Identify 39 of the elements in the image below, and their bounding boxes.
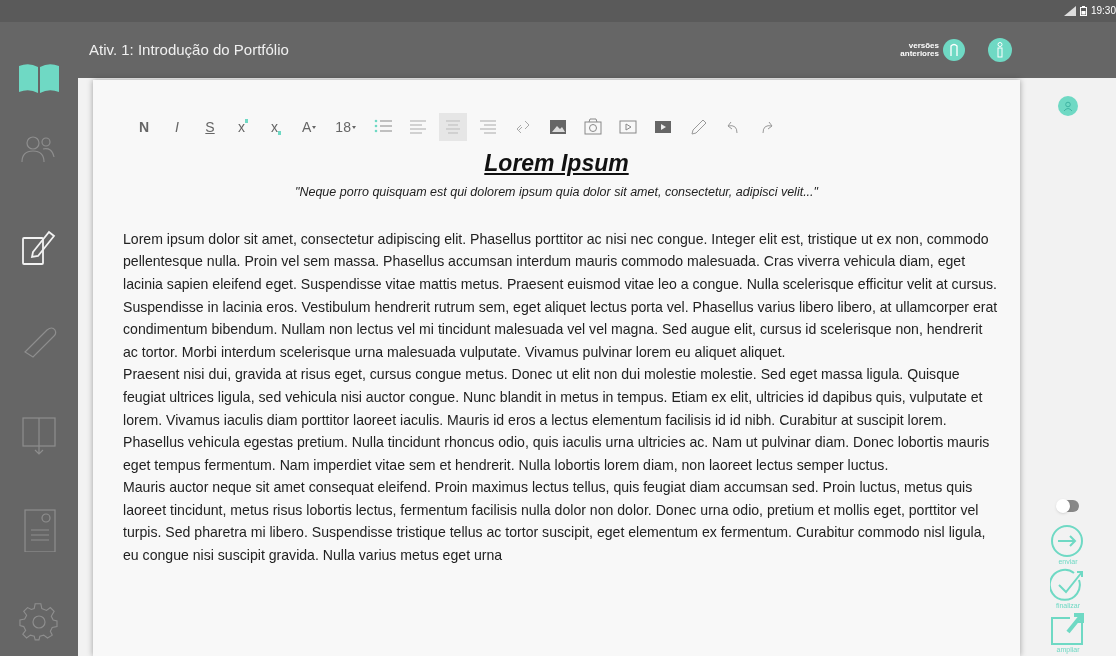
expand-icon [1050,612,1086,646]
info-button[interactable] [988,38,1012,62]
font-size-button[interactable]: 18 [329,116,362,138]
font-button[interactable]: A [296,116,323,138]
subscript-button[interactable]: x [263,116,289,138]
pencil-icon [688,118,707,136]
toggle-switch[interactable] [1057,500,1079,512]
camera-icon [583,118,602,136]
redo-icon [762,120,774,134]
video-icon [653,118,672,136]
checkmark-icon [1050,568,1086,602]
book-logo-icon [17,62,61,94]
align-center-button[interactable] [438,113,467,141]
quote-text: "Neque porro quisquam est qui dolorem ipsum quia dolor sit amet, consectetur, adipisci velit..." [294,184,820,201]
bold-button[interactable]: N [131,116,157,138]
strikethrough-button[interactable]: S [197,116,223,138]
battery-icon [1079,6,1087,16]
clock-text: 19:30 [1090,6,1116,16]
body-paragraph: Mauris auctor neque sit amet consequat eleifend. Proin maximus lectus tellus, quis feugiat diam accumsan sed. Proin luctus, metus quis laoreet tincidunt, metus risus lobortis lectus, fermentum facilisis nulla dolor non dolor. Donec urna odio, pretium et mollis eget, porttitor vel turpis. Sed pharetra mi libero. Suspendisse tristique tellus ac tortor suscipit, eget elementum ex fermentum. Curabitur commodo nisl ligula, eu congue nisi suscipit gravida. Nulla varius metus eget urna [123,478,987,566]
previous-versions-label: versões anteriores [899,42,939,58]
user-avatar[interactable] [1058,96,1078,116]
body-paragraph: Lorem ipsum dolor sit amet, consectetur adipiscing elit. Phasellus porttitor ac nisi nec congue. Integer elit est, tristique ut ex non, commodo pellentesque nulla. Proin vel sem massa. Phasellus accumsan interdum mauris commodo malesuada. Cras viverra vehicula diam, eget lacinia sapien eleifend eget. Suspendisse vitae mattis metus. Praesent euismod vitae leo a congue. Nulla scelerisque efficitur velit at cursus. Suspendisse in lacinia eros. Vestibulum hendrerit rutrum sem, eget aliquet lectus porta vel. Phasellus varius libero libero, at ullamcorper erat condimentum bibendum. Nullam non lectus vel mi tincidunt malesuada vel vel magna. Sed augue elit, cursus id scelerisque non, hendrerit ac tortor. Morbi interdum scelerisque urna malesuada vulputate. Vivamus pulvinar lorem eu aliquet aliquet. [123,229,998,362]
info-icon [996,42,1004,58]
previous-versions-button[interactable] [943,39,965,61]
align-left-icon [408,118,427,136]
italic-button[interactable]: I [164,116,190,138]
caret-icon [312,125,317,129]
document-title: Lorem Ipsum [483,149,630,177]
image-icon [548,118,567,136]
user-icon [1063,101,1073,111]
undo-icon [727,120,739,134]
signal-icon [1063,6,1076,16]
body-paragraph: Praesent nisi dui, gravida at risus eget, cursus congue metus. Donec ut elit non dui molestie molestie. Sed eget massa ligula. Quisque feugiat ultrices ligula, sed vehicula nisi auctor congue. Nunc blandit in metus in tempus. Etiam ex elit, ultricies id dapibus quis, vulputate et lorem. Vivamus iaculis diam porttitor laoreet iaculis. Mauris id eros a lectus elementum facilisis id id nibh. Curabitur at suscipit lorem. Phasellus vehicula egestas pretium. Nulla tincidunt rhoncus odio, quis iaculis urna ultricies ac. Nam ut pulvinar diam. Donec lobortis mauris eget tempus fermentum. Nam imperdiet vitae sem et hendrerit. Nulla lobortis lorem diam, non laoreet lectus semper luctus. [123,365,991,475]
align-right-icon [478,118,497,136]
activity-title: Ativ. 1: Introdução do Portfólio [89,39,289,60]
play-icon [618,118,637,136]
send-icon [1050,524,1086,558]
caret-icon [351,125,356,129]
superscript-button[interactable]: x [230,116,256,138]
